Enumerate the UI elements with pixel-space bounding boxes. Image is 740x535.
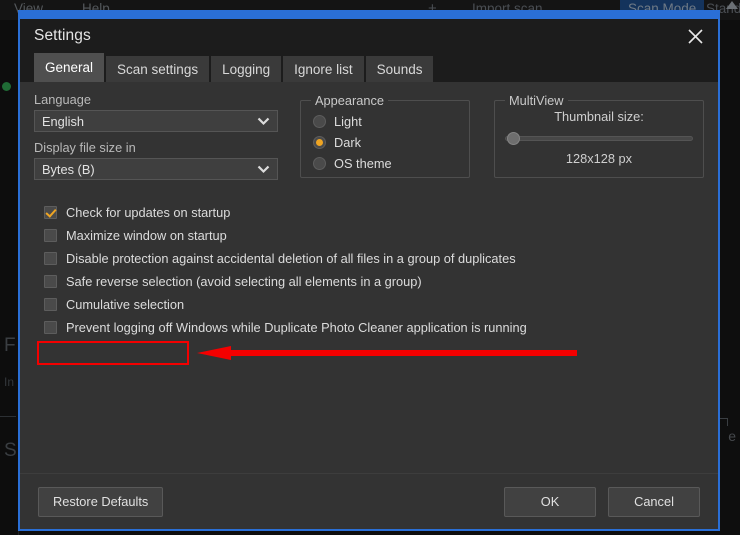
checkbox-cumulative-selection[interactable]: Cumulative selection bbox=[44, 293, 704, 316]
checkbox-icon bbox=[44, 298, 57, 311]
close-icon bbox=[687, 28, 704, 45]
thumbnail-size-value: 128x128 px bbox=[566, 151, 632, 166]
checkbox-icon-checked bbox=[44, 206, 57, 219]
dialog-titlebar[interactable]: Settings bbox=[20, 19, 718, 53]
background-ghost-text-2: In bbox=[4, 375, 14, 389]
background-ghost-text-right: e bbox=[728, 428, 736, 444]
dialog-title: Settings bbox=[34, 27, 91, 45]
cancel-button[interactable]: Cancel bbox=[608, 487, 700, 517]
settings-dialog: Settings General Scan settings Logging I… bbox=[18, 10, 720, 531]
status-dot-icon bbox=[2, 82, 11, 91]
screen: View Help + Import scan Scan Mode Standa… bbox=[0, 0, 740, 535]
file-size-label: Display file size in bbox=[34, 140, 278, 155]
restore-defaults-button[interactable]: Restore Defaults bbox=[38, 487, 163, 517]
checkbox-safe-reverse-selection[interactable]: Safe reverse selection (avoid selecting … bbox=[44, 270, 704, 293]
thumbnail-size-label: Thumbnail size: bbox=[554, 109, 644, 124]
background-divider bbox=[0, 416, 16, 417]
multiview-legend: MultiView bbox=[505, 93, 568, 108]
checkbox-prevent-logging-off[interactable]: Prevent logging off Windows while Duplic… bbox=[44, 316, 704, 339]
thumbnail-size-slider[interactable] bbox=[505, 130, 693, 146]
radio-icon bbox=[313, 157, 326, 170]
slider-thumb[interactable] bbox=[507, 132, 520, 145]
tab-sounds[interactable]: Sounds bbox=[366, 56, 434, 82]
radio-label-dark: Dark bbox=[334, 135, 361, 150]
checkbox-label: Check for updates on startup bbox=[66, 205, 230, 220]
radio-label-os-theme: OS theme bbox=[334, 156, 392, 171]
radio-appearance-dark[interactable]: Dark bbox=[313, 132, 459, 153]
language-select[interactable]: English bbox=[34, 110, 278, 132]
background-ghost-text-1: F bbox=[4, 335, 16, 357]
chevron-down-icon bbox=[257, 162, 270, 177]
checkbox-icon bbox=[44, 229, 57, 242]
checkbox-icon bbox=[44, 275, 57, 288]
background-ghost-text-3: S bbox=[4, 440, 17, 462]
checkbox-label: Maximize window on startup bbox=[66, 228, 227, 243]
settings-top-row: Language English Display file size in By… bbox=[34, 90, 704, 188]
tab-scan-settings[interactable]: Scan settings bbox=[106, 56, 209, 82]
tab-ignore-list[interactable]: Ignore list bbox=[283, 56, 364, 82]
scroll-up-arrow-icon[interactable] bbox=[726, 1, 738, 9]
radio-icon-selected bbox=[313, 136, 326, 149]
chevron-down-icon bbox=[257, 114, 270, 129]
close-button[interactable] bbox=[672, 19, 718, 53]
dialog-accent-bar bbox=[20, 12, 718, 19]
checkbox-maximize-window[interactable]: Maximize window on startup bbox=[44, 224, 704, 247]
appearance-legend: Appearance bbox=[311, 93, 388, 108]
checkbox-label: Safe reverse selection (avoid selecting … bbox=[66, 274, 422, 289]
file-size-value: Bytes (B) bbox=[42, 162, 95, 177]
radio-label-light: Light bbox=[334, 114, 362, 129]
dialog-footer: Restore Defaults OK Cancel bbox=[20, 473, 718, 529]
checkbox-icon bbox=[44, 321, 57, 334]
locale-settings-column: Language English Display file size in By… bbox=[34, 90, 278, 188]
language-label: Language bbox=[34, 92, 278, 107]
tab-logging[interactable]: Logging bbox=[211, 56, 281, 82]
tab-general[interactable]: General bbox=[34, 53, 104, 82]
annotation-highlight-box bbox=[37, 341, 189, 365]
options-checklist: Check for updates on startup Maximize wi… bbox=[34, 201, 704, 339]
checkbox-label: Prevent logging off Windows while Duplic… bbox=[66, 320, 527, 335]
background-left-panel: F In S bbox=[0, 20, 19, 535]
radio-icon bbox=[313, 115, 326, 128]
annotation-arrow bbox=[197, 346, 577, 360]
radio-appearance-light[interactable]: Light bbox=[313, 111, 459, 132]
multiview-groupbox: MultiView Thumbnail size: 128x128 px bbox=[494, 100, 704, 178]
appearance-groupbox: Appearance Light Dark OS theme bbox=[300, 100, 470, 178]
general-tab-panel: Language English Display file size in By… bbox=[20, 82, 718, 473]
file-size-select[interactable]: Bytes (B) bbox=[34, 158, 278, 180]
slider-track bbox=[505, 136, 693, 141]
checkbox-icon bbox=[44, 252, 57, 265]
checkbox-disable-protection[interactable]: Disable protection against accidental de… bbox=[44, 247, 704, 270]
radio-appearance-os-theme[interactable]: OS theme bbox=[313, 153, 459, 174]
tab-strip: General Scan settings Logging Ignore lis… bbox=[20, 53, 718, 82]
language-value: English bbox=[42, 114, 84, 129]
checkbox-label: Cumulative selection bbox=[66, 297, 184, 312]
checkbox-check-for-updates[interactable]: Check for updates on startup bbox=[44, 201, 704, 224]
checkbox-label: Disable protection against accidental de… bbox=[66, 251, 516, 266]
ok-button[interactable]: OK bbox=[504, 487, 596, 517]
